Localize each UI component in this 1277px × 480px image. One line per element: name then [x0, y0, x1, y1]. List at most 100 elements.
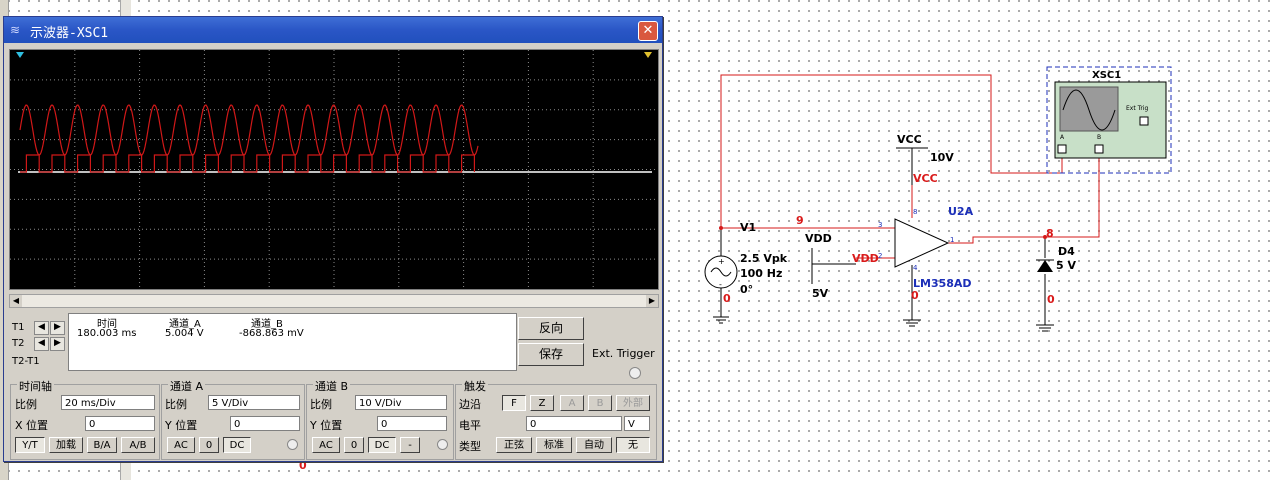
timebase-scale-label: 比例	[15, 398, 37, 411]
trigger-auto-button[interactable]: 自动	[576, 437, 612, 453]
vdd-label: VDD	[805, 232, 832, 245]
channel-b-ypos-field[interactable]: 0	[377, 416, 447, 431]
trigger-none-button[interactable]: 无	[616, 437, 650, 453]
pin-1-label: 1	[950, 236, 955, 244]
scroll-left-icon[interactable]: ◀	[10, 295, 22, 307]
x-position-label: X 位置	[15, 419, 49, 432]
trigger-level-field[interactable]: 0	[526, 416, 622, 431]
channel-a-dc-button[interactable]: DC	[223, 437, 251, 453]
ext-trigger-radio[interactable]	[629, 367, 641, 379]
reverse-button[interactable]: 反向	[518, 317, 584, 340]
t1-left-icon[interactable]: ◀	[34, 321, 49, 335]
d4-label: D4	[1058, 245, 1075, 258]
channel-b-scale-label: 比例	[310, 398, 332, 411]
t1-label: T1	[12, 322, 25, 333]
v1-phase: 0°	[740, 283, 754, 296]
vdd-pin-label: VDD	[852, 252, 879, 265]
scope-traces	[10, 50, 658, 289]
ext-trig-pin: Ext Trig	[1126, 105, 1149, 112]
value-time: 180.003 ms	[77, 328, 137, 339]
v1-label: V1	[740, 221, 757, 234]
channel-b-zero-button[interactable]: 0	[344, 437, 364, 453]
title-bar[interactable]: ≋ 示波器-XSC1 ✕	[4, 17, 662, 43]
u2a-label: U2A	[948, 205, 974, 218]
timebase-group-label: 时间轴	[17, 378, 54, 394]
timebase-scale-field[interactable]: 20 ms/Div	[61, 395, 155, 410]
scope-display[interactable]	[9, 49, 659, 290]
trigger-standard-button[interactable]: 标准	[536, 437, 572, 453]
x-position-field[interactable]: 0	[85, 416, 155, 431]
opamp-part-label: LM358AD	[913, 277, 972, 290]
mode-ab-button[interactable]: A/B	[121, 437, 155, 453]
vcc-pin-label: VCC	[913, 172, 938, 185]
channel-a-ac-button[interactable]: AC	[167, 437, 195, 453]
value-channel-b: -868.863 mV	[239, 328, 304, 339]
cursor-buttons: T1 ◀ ▶ T2 ◀ ▶ T2-T1	[12, 319, 68, 373]
trigger-group: 触发 边沿 F Z A B 外部 电平 0 V 类型 正弦 标准 自动 无	[455, 378, 657, 460]
vcc-value: 10V	[930, 151, 954, 164]
channel-b-scale-field[interactable]: 10 V/Div	[355, 395, 447, 410]
scroll-right-icon[interactable]: ▶	[646, 295, 658, 307]
trigger-external-button[interactable]: 外部	[616, 395, 650, 411]
trace-channel-a	[19, 104, 479, 156]
t2-label: T2	[12, 338, 25, 349]
channel-a-scale-label: 比例	[165, 398, 187, 411]
channel-a-zero-button[interactable]: 0	[199, 437, 219, 453]
pin-3-label: 3	[878, 221, 883, 229]
trigger-type-label: 类型	[459, 440, 481, 453]
t2-left-icon[interactable]: ◀	[34, 337, 49, 351]
trigger-source-a-button[interactable]: A	[560, 395, 584, 411]
trigger-level-label: 电平	[459, 419, 481, 432]
cursor-t1-icon	[16, 52, 24, 58]
channel-b-dc-button[interactable]: DC	[368, 437, 396, 453]
vdd-value: 5V	[812, 287, 829, 300]
t2-right-icon[interactable]: ▶	[50, 337, 65, 351]
node-0-opamp: 0	[911, 289, 919, 302]
scope-pin-a: A	[1060, 134, 1065, 141]
oscilloscope-window[interactable]: ≋ 示波器-XSC1 ✕ ◀ ▶ T1 ◀ ▶ T2 ◀ ▶ T2-T1 时间 …	[3, 16, 663, 462]
pin-8-label: 8	[913, 208, 918, 216]
scope-pin-b: B	[1097, 134, 1102, 141]
channel-a-group: 通道 A 比例 5 V/Div Y 位置 0 AC 0 DC	[161, 378, 305, 460]
channel-b-ac-button[interactable]: AC	[312, 437, 340, 453]
channel-a-ypos-label: Y 位置	[165, 419, 198, 432]
svg-text:-: -	[719, 280, 722, 289]
ext-trigger-label: Ext. Trigger	[592, 347, 655, 360]
edge-rising-button[interactable]: F	[502, 395, 526, 411]
channel-a-scale-field[interactable]: 5 V/Div	[208, 395, 300, 410]
channel-a-ypos-field[interactable]: 0	[230, 416, 300, 431]
pin-4-label: 4	[913, 264, 918, 272]
channel-a-group-label: 通道 A	[168, 378, 206, 394]
d4-value: 5 V	[1056, 259, 1076, 272]
channel-b-group: 通道 B 比例 10 V/Div Y 位置 0 AC 0 DC -	[306, 378, 454, 460]
trigger-source-b-button[interactable]: B	[588, 395, 612, 411]
node-8-label: 8	[1046, 227, 1054, 240]
channel-b-group-label: 通道 B	[313, 378, 351, 394]
channel-a-radio[interactable]	[287, 439, 298, 450]
node-0-source: 0	[723, 292, 731, 305]
measurement-readout: 时间 通道_A 通道_B 180.003 ms 5.004 V -868.863…	[68, 313, 517, 371]
channel-b-radio[interactable]	[437, 439, 448, 450]
channel-b-ypos-label: Y 位置	[310, 419, 343, 432]
node-9-label: 9	[796, 214, 804, 227]
timebase-group: 时间轴 比例 20 ms/Div X 位置 0 Y/T 加载 B/A A/B	[10, 378, 160, 460]
pin-2-label: 2	[878, 252, 883, 260]
mode-ba-button[interactable]: B/A	[87, 437, 117, 453]
t1-right-icon[interactable]: ▶	[50, 321, 65, 335]
xsc1-label: XSC1	[1092, 70, 1122, 81]
close-icon[interactable]: ✕	[638, 21, 658, 41]
cursor-t2-icon	[644, 52, 652, 58]
t2t1-label: T2-T1	[12, 356, 40, 367]
vcc-label: VCC	[897, 133, 922, 146]
edge-falling-button[interactable]: Z	[530, 395, 554, 411]
mode-yt-button[interactable]: Y/T	[15, 437, 45, 453]
horizontal-scrollbar[interactable]: ◀ ▶	[9, 294, 659, 308]
trigger-level-unit[interactable]: V	[624, 416, 650, 431]
v1-frequency: 100 Hz	[740, 267, 783, 280]
save-button[interactable]: 保存	[518, 343, 584, 366]
trigger-sine-button[interactable]: 正弦	[496, 437, 532, 453]
mode-load-button[interactable]: 加载	[49, 437, 83, 453]
svg-text:+: +	[718, 257, 725, 266]
value-channel-a: 5.004 V	[165, 328, 204, 339]
channel-b-minus-button[interactable]: -	[400, 437, 420, 453]
